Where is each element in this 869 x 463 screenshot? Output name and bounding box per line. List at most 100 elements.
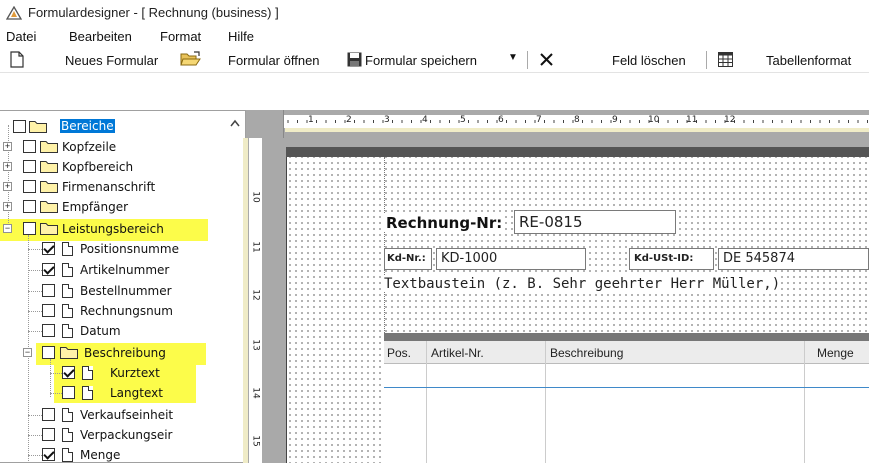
ruler-margin [285, 128, 869, 132]
kd-nr-label[interactable]: Kd-Nr.: [384, 248, 432, 270]
rechnung-nr-label[interactable]: Rechnung-Nr: [384, 214, 505, 232]
tree-item-beschreibung[interactable]: − Beschreibung [0, 343, 245, 363]
document-icon [62, 242, 73, 256]
table-body[interactable] [384, 364, 869, 463]
tree-item-langtext[interactable]: Langtext [0, 383, 245, 403]
menu-format[interactable]: Format [160, 29, 201, 44]
tree-item-rechnungsnummer[interactable]: Rechnungsnum [0, 301, 245, 321]
tree-item-verpackungseinheit[interactable]: Verpackungseir [0, 425, 245, 445]
tree-item-menge[interactable]: Menge [0, 445, 245, 462]
tree-item-artikelnummer[interactable]: Artikelnummer [0, 260, 245, 280]
tree-item-kopfbereich[interactable]: + Kopfbereich [0, 157, 200, 177]
tree-item-positionsnummer[interactable]: Positionsnumme [0, 239, 245, 259]
tree-item-empfaenger[interactable]: + Empfänger [0, 197, 200, 217]
sections-tree-panel[interactable]: Bereiche + Kopfzeile + Kopfbereich + Fir… [0, 110, 246, 463]
column-header-pos[interactable]: Pos. [387, 346, 411, 360]
ruler-number: 4 [422, 115, 428, 125]
chevron-down-icon[interactable]: ▼ [508, 52, 518, 63]
table-row-line [384, 387, 869, 388]
delete-field-button[interactable]: Feld löschen [612, 53, 686, 68]
empfaenger-checkbox[interactable] [23, 200, 36, 213]
title-bar: Formulardesigner - [ Rechnung (business)… [0, 0, 869, 26]
rechnung-nr-field[interactable]: RE-0815 [514, 210, 676, 234]
document-icon [62, 324, 73, 338]
toolbar-separator [527, 51, 528, 69]
table-format-button[interactable]: Tabellenformat [766, 53, 851, 68]
table-header[interactable]: Pos. Artikel-Nr. Beschreibung Menge [384, 341, 869, 364]
table-icon[interactable] [718, 52, 733, 67]
kd-ust-id-label[interactable]: Kd-USt-ID: [629, 248, 714, 270]
ruler-number: 10 [648, 115, 660, 125]
kurztext-checkbox[interactable] [62, 366, 75, 379]
verpackungseinheit-checkbox[interactable] [42, 428, 55, 441]
kd-nr-field[interactable]: KD-1000 [436, 248, 586, 270]
ruler-number: 2 [346, 115, 352, 125]
tree-item-firmenanschrift[interactable]: + Firmenanschrift [0, 177, 200, 197]
expand-icon[interactable]: + [3, 202, 12, 211]
rechnungsnummer-checkbox[interactable] [42, 304, 55, 317]
menu-bar: Datei Bearbeiten Format Hilfe [0, 26, 869, 47]
document-icon [82, 366, 93, 380]
kopfbereich-checkbox[interactable] [23, 160, 36, 173]
column-header-artikel-nr[interactable]: Artikel-Nr. [431, 346, 484, 360]
tree-label-artikelnummer: Artikelnummer [80, 263, 170, 277]
artikelnummer-checkbox[interactable] [42, 263, 55, 276]
ruler-number: 12 [724, 115, 736, 125]
positionsnummer-checkbox[interactable] [42, 242, 55, 255]
window-title: Formulardesigner - [ Rechnung (business)… [28, 5, 279, 20]
tree-item-leistungsbereich[interactable]: − Leistungsbereich [0, 219, 200, 239]
close-icon[interactable] [539, 52, 554, 67]
ruler-number: 6 [498, 115, 504, 125]
scroll-up-icon[interactable] [227, 115, 243, 131]
column-divider [545, 341, 546, 463]
expand-icon[interactable]: + [3, 162, 12, 171]
column-header-beschreibung[interactable]: Beschreibung [550, 346, 623, 360]
expand-icon[interactable]: + [3, 182, 12, 191]
menu-bearbeiten[interactable]: Bearbeiten [69, 29, 132, 44]
verkaufseinheit-checkbox[interactable] [42, 408, 55, 421]
beschreibung-checkbox[interactable] [42, 346, 55, 359]
panel-gap [0, 73, 246, 110]
new-document-icon[interactable] [10, 51, 24, 68]
tree-item-bestellnummer[interactable]: Bestellnummer [0, 281, 245, 301]
ruler-number: 14 [250, 387, 261, 399]
menu-hilfe[interactable]: Hilfe [228, 29, 254, 44]
tree-label-empfaenger: Empfänger [62, 200, 129, 214]
collapse-icon[interactable]: − [3, 224, 12, 233]
kd-ust-id-field[interactable]: DE 545874 [718, 248, 869, 270]
textbaustein-field[interactable]: Textbaustein (z. B. Sehr geehrter Herr M… [384, 276, 781, 292]
datum-checkbox[interactable] [42, 324, 55, 337]
tree-label-kurztext: Kurztext [110, 366, 160, 380]
tree-label-bestellnummer: Bestellnummer [80, 284, 172, 298]
tree-item-kopfzeile[interactable]: + Kopfzeile [0, 137, 200, 157]
open-folder-icon[interactable] [180, 51, 202, 67]
bereiche-checkbox[interactable] [13, 120, 26, 133]
kopfzeile-checkbox[interactable] [23, 140, 36, 153]
collapse-icon[interactable]: − [23, 348, 32, 357]
langtext-checkbox[interactable] [62, 386, 75, 399]
firmenanschrift-checkbox[interactable] [23, 180, 36, 193]
save-icon[interactable] [347, 52, 362, 67]
folder-icon [40, 223, 58, 235]
tree-item-datum[interactable]: Datum [0, 321, 245, 341]
document-icon [62, 304, 73, 318]
tree-label-beschreibung: Beschreibung [84, 346, 166, 360]
save-form-button[interactable]: Formular speichern [365, 53, 477, 68]
column-header-menge[interactable]: Menge [817, 346, 854, 360]
tree-item-bereiche[interactable]: Bereiche [0, 117, 120, 137]
ruler-number: 1 [308, 115, 314, 125]
menge-checkbox[interactable] [42, 448, 55, 461]
document-icon [82, 386, 93, 400]
page-header-bar [286, 147, 869, 157]
new-form-button[interactable]: Neues Formular [65, 53, 158, 68]
open-form-button[interactable]: Formular öffnen [228, 53, 320, 68]
bestellnummer-checkbox[interactable] [42, 284, 55, 297]
tree-label-verpackungseinheit: Verpackungseir [80, 428, 173, 442]
folder-icon [40, 181, 58, 193]
folder-icon [40, 201, 58, 213]
tree-item-verkaufseinheit[interactable]: Verkaufseinheit [0, 405, 245, 425]
tree-item-kurztext[interactable]: Kurztext [0, 363, 245, 383]
menu-datei[interactable]: Datei [6, 29, 36, 44]
expand-icon[interactable]: + [3, 142, 12, 151]
leistungsbereich-checkbox[interactable] [23, 222, 36, 235]
